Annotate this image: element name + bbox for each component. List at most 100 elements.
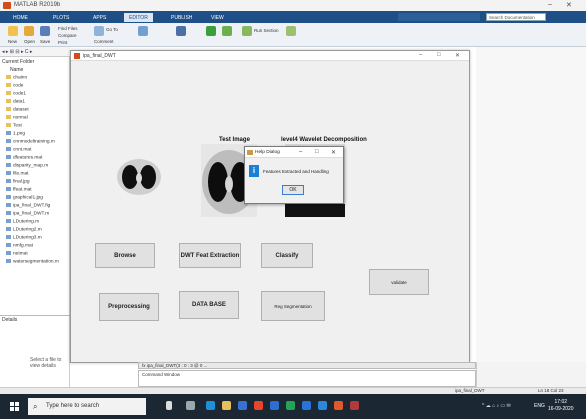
indent-icon[interactable]: [138, 26, 148, 36]
compare-button[interactable]: Compare: [58, 33, 77, 38]
minimize-button[interactable]: –: [548, 1, 552, 8]
folder-item[interactable]: data1: [6, 99, 25, 104]
quick-access-toolbar[interactable]: [398, 13, 480, 21]
help-maximize-button[interactable]: □: [315, 149, 319, 155]
file-item[interactable]: file.mat: [6, 171, 28, 176]
region-segmentation-button[interactable]: Reg Segmentation: [261, 291, 325, 321]
windows-start-icon[interactable]: [10, 402, 19, 411]
folder-address-bar[interactable]: ◂ ▸ ⊞ ⊟ ▸ C ▸: [0, 47, 70, 57]
folder-item[interactable]: code1: [6, 91, 26, 96]
task-view-icon[interactable]: [186, 401, 195, 410]
classify-button[interactable]: Classify: [261, 243, 313, 268]
item-label: disparity_map.m: [13, 163, 49, 169]
new-file-icon[interactable]: [8, 26, 18, 36]
file-item[interactable]: nmfg.mat: [6, 243, 33, 248]
app-icon-blue[interactable]: [318, 401, 327, 410]
file-item[interactable]: 1.png: [6, 131, 25, 136]
store-icon[interactable]: [238, 401, 247, 410]
folder-icon: [6, 107, 11, 111]
function-browser-bar[interactable]: fx ipa_final_DWT(3 : 0 : 3 @ 0 ...: [138, 362, 476, 369]
folder-item[interactable]: normal: [6, 115, 28, 120]
tab-publish[interactable]: PUBLISH: [166, 13, 197, 22]
file-item[interactable]: LDutering3.m: [6, 235, 42, 240]
run-section-button[interactable]: Run Section: [254, 28, 279, 33]
file-explorer-icon[interactable]: [222, 401, 231, 410]
file-item[interactable]: ffeat.mat: [6, 187, 32, 192]
folder-item[interactable]: dataset: [6, 107, 29, 112]
breakpoints-icon[interactable]: [176, 26, 186, 36]
help-close-button[interactable]: ✕: [331, 149, 336, 156]
taskbar-clock[interactable]: 17:02 16-09-2020: [548, 399, 574, 413]
name-column-header[interactable]: Name: [10, 67, 23, 73]
run-icon[interactable]: [206, 26, 216, 36]
tab-apps[interactable]: APPS: [88, 13, 111, 22]
tab-view[interactable]: VIEW: [206, 13, 229, 22]
file-item[interactable]: ipa_final_DWT.m: [6, 211, 49, 216]
test-image-axis-title: Test Image: [219, 137, 250, 143]
preprocessing-button[interactable]: Preprocessing: [99, 293, 159, 321]
run-section-icon[interactable]: [242, 26, 252, 36]
figure-maximize-button[interactable]: □: [437, 52, 441, 58]
file-item[interactable]: disparity_map.m: [6, 163, 48, 168]
word-icon[interactable]: [302, 401, 311, 410]
taskbar-search-input[interactable]: ⌕ Type here to search: [28, 398, 146, 415]
file-icon: [6, 131, 11, 135]
dwt-feat-extraction-button[interactable]: DWT Feat Extraction: [179, 243, 241, 268]
command-window[interactable]: Command Window: [138, 370, 476, 387]
figure-minimize-button[interactable]: –: [419, 52, 422, 58]
save-icon[interactable]: [40, 26, 50, 36]
tab-editor[interactable]: EDITOR: [124, 13, 153, 22]
item-label: final.jpg: [13, 179, 30, 185]
find-files-button[interactable]: Find Files: [58, 26, 78, 31]
open-folder-icon[interactable]: [24, 26, 34, 36]
matlab-taskbar-icon[interactable]: [334, 401, 343, 410]
file-item[interactable]: cnnt.mat: [6, 147, 31, 152]
file-item[interactable]: dfeatures.mat: [6, 155, 42, 160]
ok-button[interactable]: OK: [282, 185, 304, 195]
chrome-icon[interactable]: [254, 401, 263, 410]
figure-close-button[interactable]: ✕: [455, 52, 460, 59]
print-button[interactable]: Print: [58, 40, 67, 45]
file-item[interactable]: cnnmodeltraining.m: [6, 139, 55, 144]
comment-button[interactable]: Comment: [94, 39, 114, 44]
folder-item[interactable]: Test: [6, 123, 22, 128]
file-item[interactable]: watersegmentation.m: [6, 259, 59, 264]
file-item[interactable]: LDutering2.m: [6, 227, 42, 232]
file-item[interactable]: netmat: [6, 251, 28, 256]
browse-button[interactable]: Browse: [95, 243, 155, 268]
run-advance-icon[interactable]: [222, 26, 232, 36]
tab-plots[interactable]: PLOTS: [48, 13, 74, 22]
dialog-icon: [247, 150, 253, 155]
item-label: LDutering2.m: [13, 227, 42, 233]
file-item[interactable]: final.jpg: [6, 179, 30, 184]
file-item[interactable]: graphical1.jpg: [6, 195, 43, 200]
folder-item[interactable]: chainn: [6, 75, 27, 80]
app-icon-red[interactable]: [350, 401, 359, 410]
cortana-icon[interactable]: [166, 401, 172, 410]
help-minimize-button[interactable]: –: [299, 149, 302, 155]
search-documentation-input[interactable]: Search Documentation: [486, 13, 546, 21]
file-icon: [6, 251, 11, 255]
edge-icon[interactable]: [206, 401, 215, 410]
tab-home[interactable]: HOME: [8, 13, 33, 22]
file-icon: [6, 211, 11, 215]
go-to-button[interactable]: Go To: [106, 27, 118, 32]
clock-date: 16-09-2020: [548, 406, 574, 412]
run-time-icon[interactable]: [286, 26, 296, 36]
file-item[interactable]: ipa_final_DWT.fig: [6, 203, 50, 208]
file-icon: [6, 179, 11, 183]
status-file: ipa_final_DWT: [455, 388, 485, 393]
file-item[interactable]: LDutering.m: [6, 219, 39, 224]
help-dialog-title: Help Dialog: [255, 150, 280, 155]
close-button[interactable]: ✕: [566, 1, 572, 9]
validate-button[interactable]: validate: [369, 269, 429, 295]
language-indicator[interactable]: ENG: [534, 403, 545, 409]
app-icon-green[interactable]: [286, 401, 295, 410]
system-tray[interactable]: ^ ☁ ⌂ ♪ ▭ ✉: [482, 403, 511, 409]
folder-item[interactable]: code: [6, 83, 23, 88]
mail-icon[interactable]: [270, 401, 279, 410]
item-label: cnnt.mat: [13, 147, 32, 153]
go-to-icon[interactable]: [94, 26, 104, 36]
database-button[interactable]: DATA BASE: [179, 291, 239, 319]
pane-title: Current Folder: [2, 59, 35, 65]
